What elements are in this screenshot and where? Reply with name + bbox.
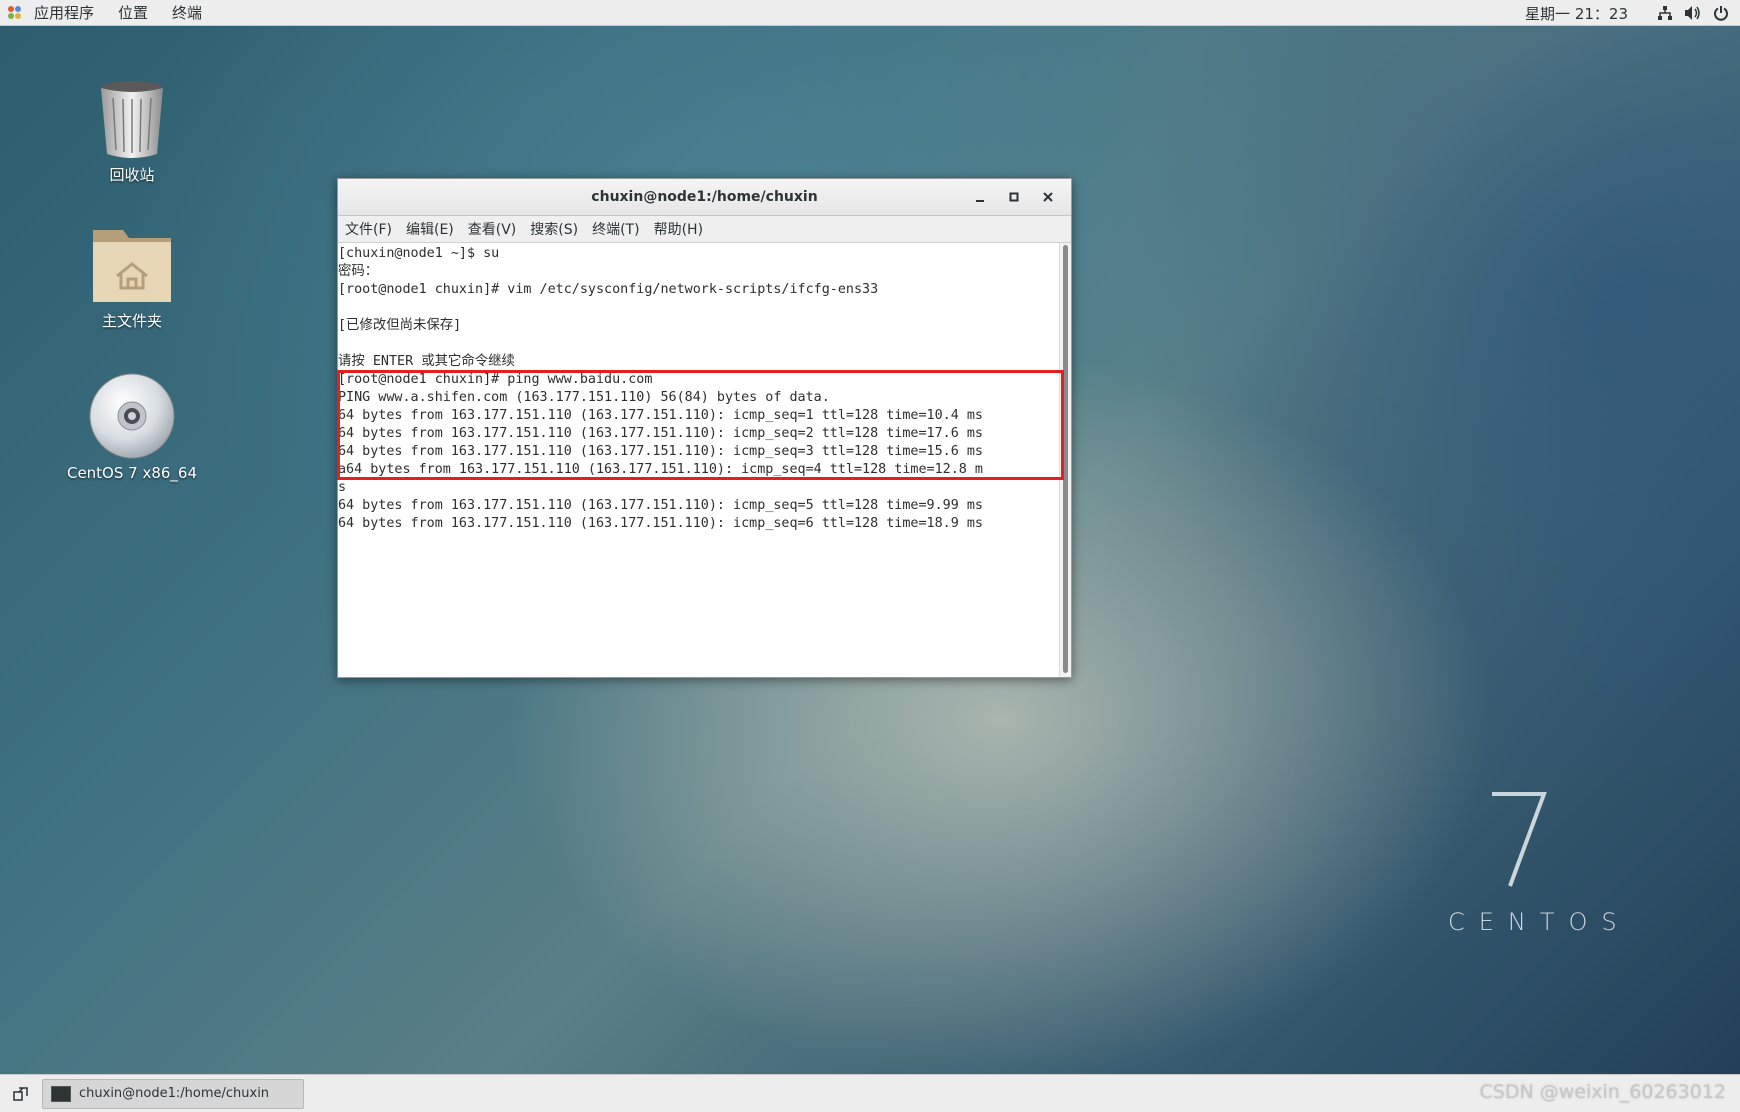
disc-icon bbox=[88, 372, 176, 460]
terminal-line: 64 bytes from 163.177.151.110 (163.177.1… bbox=[338, 516, 983, 531]
trash-icon bbox=[97, 78, 167, 160]
centos-logo-seven bbox=[1488, 790, 1548, 890]
menu-terminal[interactable]: 终端 bbox=[160, 2, 214, 23]
terminal-icon bbox=[51, 1085, 71, 1102]
window-controls bbox=[963, 179, 1065, 215]
maximize-icon[interactable] bbox=[997, 183, 1031, 211]
show-desktop-icon[interactable] bbox=[8, 1081, 34, 1107]
menu-search[interactable]: 搜索(S) bbox=[523, 219, 585, 239]
terminal-line: [已修改但尚未保存] bbox=[338, 318, 462, 333]
watermark: CSDN @weixin_60263012 bbox=[1479, 1081, 1727, 1103]
desktop-icon-trash[interactable]: 回收站 bbox=[52, 78, 212, 185]
taskbar-item-terminal[interactable]: chuxin@node1:/home/chuxin bbox=[42, 1078, 304, 1109]
desktop-icon-label: 回收站 bbox=[109, 166, 155, 184]
menu-help[interactable]: 帮助(H) bbox=[647, 219, 710, 239]
terminal-line: s bbox=[338, 480, 347, 495]
window-menubar: 文件(F) 编辑(E) 查看(V) 搜索(S) 终端(T) 帮助(H) bbox=[338, 216, 1071, 243]
terminal-line: [root@node1 chuxin]# vim /etc/sysconfig/… bbox=[338, 282, 879, 297]
menu-terminal-window[interactable]: 终端(T) bbox=[585, 219, 646, 239]
menu-edit[interactable]: 编辑(E) bbox=[399, 219, 461, 239]
taskbar-item-label: chuxin@node1:/home/chuxin bbox=[79, 1086, 270, 1101]
desktop-icon-cdrom[interactable]: CentOS 7 x86_64 bbox=[52, 372, 212, 482]
centos-wordmark: CENTOS bbox=[1448, 908, 1631, 936]
applications-icon[interactable] bbox=[8, 5, 22, 20]
window-titlebar[interactable]: chuxin@node1:/home/chuxin bbox=[338, 179, 1071, 216]
desktop-icon-label: CentOS 7 x86_64 bbox=[66, 464, 198, 482]
terminal-line: 密码： bbox=[338, 264, 379, 279]
minimize-icon[interactable] bbox=[963, 183, 997, 211]
top-menu: 应用程序 位置 终端 bbox=[0, 0, 214, 25]
menu-applications[interactable]: 应用程序 bbox=[22, 2, 106, 23]
terminal-line: 64 bytes from 163.177.151.110 (163.177.1… bbox=[338, 498, 983, 513]
window-title: chuxin@node1:/home/chuxin bbox=[591, 189, 818, 205]
top-panel: 应用程序 位置 终端 星期一 21：23 bbox=[0, 0, 1740, 26]
highlight-box bbox=[337, 370, 1064, 480]
terminal-line: [chuxin@node1 ~]$ su bbox=[338, 246, 500, 261]
volume-icon[interactable] bbox=[1684, 4, 1702, 22]
terminal-line: 请按 ENTER 或其它命令继续 bbox=[338, 354, 515, 369]
clock[interactable]: 星期一 21：23 bbox=[1525, 3, 1628, 24]
home-folder-icon bbox=[89, 224, 175, 306]
close-icon[interactable] bbox=[1031, 183, 1065, 211]
top-right-area: 星期一 21：23 bbox=[1525, 0, 1740, 26]
desktop-icon-home[interactable]: 主文件夹 bbox=[52, 224, 212, 331]
desktop-icon-label: 主文件夹 bbox=[101, 312, 162, 330]
menu-places[interactable]: 位置 bbox=[106, 2, 160, 23]
network-icon[interactable] bbox=[1656, 4, 1674, 22]
menu-view[interactable]: 查看(V) bbox=[461, 219, 524, 239]
menu-file[interactable]: 文件(F) bbox=[338, 219, 399, 239]
power-icon[interactable] bbox=[1712, 4, 1730, 22]
